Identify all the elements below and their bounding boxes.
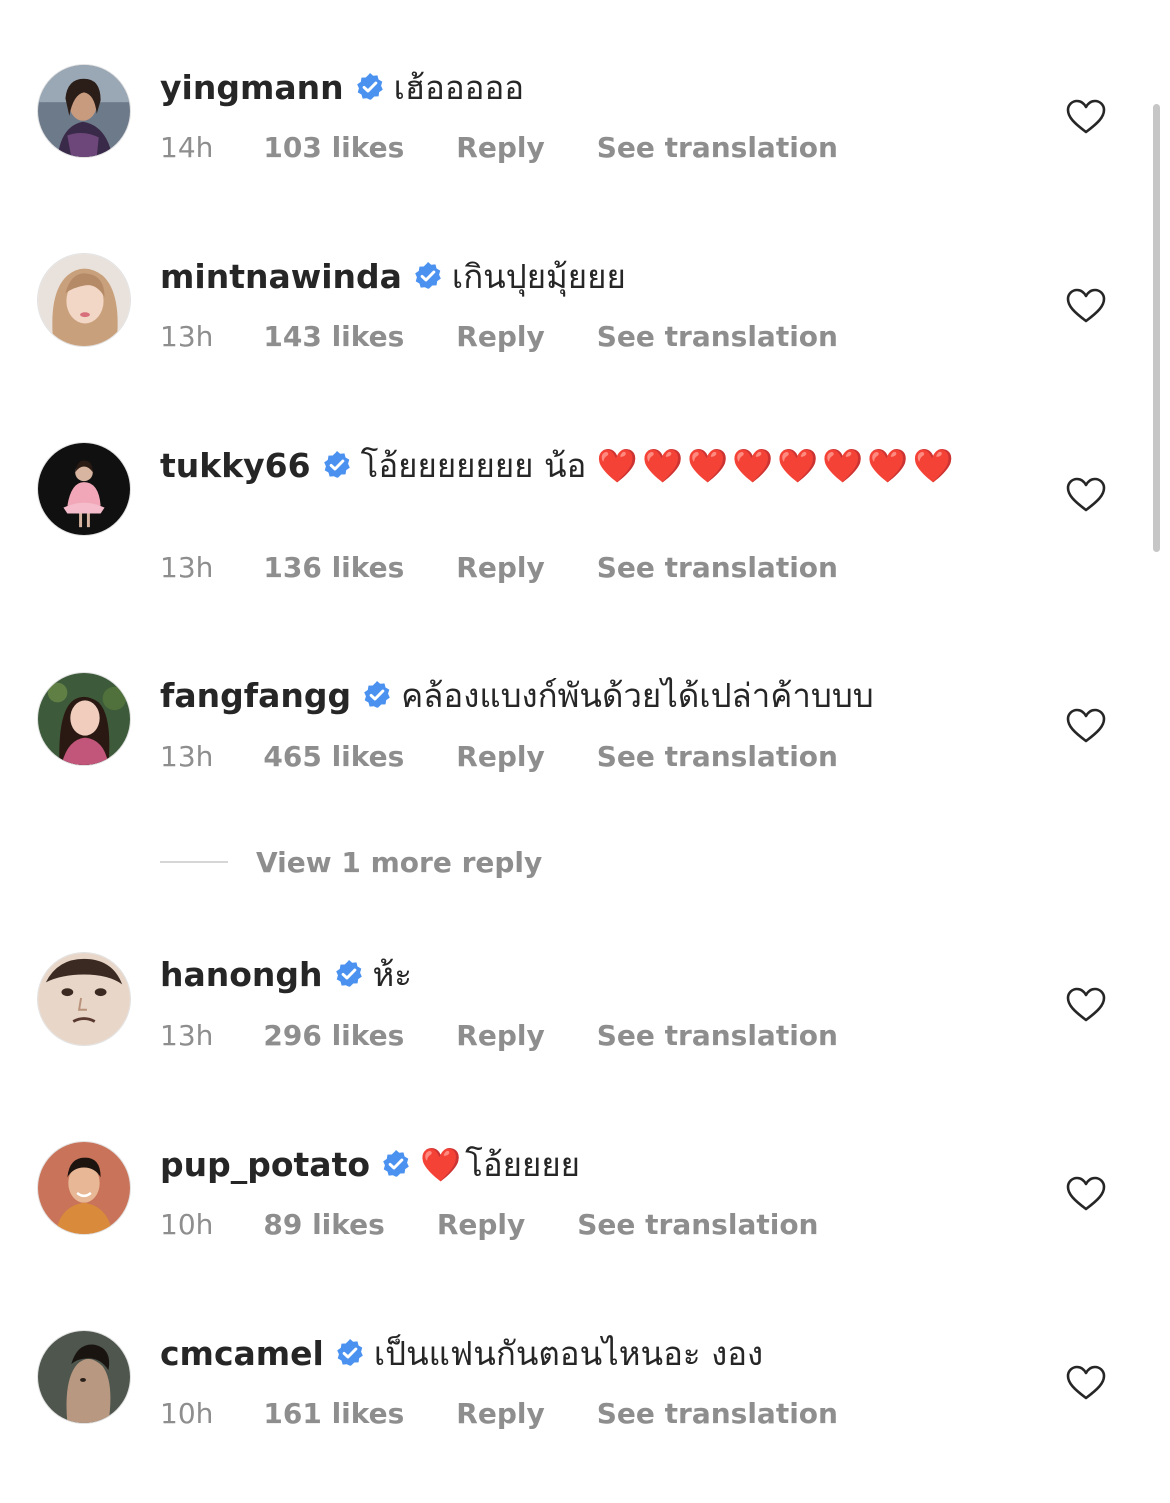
see-translation-button[interactable]: See translation [597,739,838,775]
comment-text-line: tukky66 โอ้ยยยยยยย น้อ ❤️❤️❤️❤️❤️❤️❤️❤️ [160,444,1020,488]
heart-outline-icon[interactable] [1066,477,1106,513]
heart-outline-icon[interactable] [1066,708,1106,744]
view-more-replies-label[interactable]: View 1 more reply [256,846,542,879]
verified-badge-icon [412,260,444,292]
heart-outline-icon[interactable] [1066,987,1106,1023]
comment-meta: 14h 103 likes Reply See translation [160,130,838,166]
see-translation-button[interactable]: See translation [577,1207,818,1243]
like-count[interactable]: 136 likes [263,550,404,586]
comment-text: เกินปุยมุ้ยยย [451,257,626,296]
like-count[interactable]: 89 likes [263,1207,384,1243]
scrollbar[interactable] [1153,104,1160,552]
comment-text: คล้องแบงก์พันด้วยได้เปล่าค้าบบบ [401,676,874,715]
comment-text: ห้ะ [372,955,413,994]
heart-outline-icon[interactable] [1066,1176,1106,1212]
verified-badge-icon [354,71,386,103]
heart-emoji: ❤️❤️❤️❤️❤️❤️❤️❤️ [596,446,958,485]
reply-button[interactable]: Reply [456,550,544,586]
see-translation-button[interactable]: See translation [597,1396,838,1432]
reply-button[interactable]: Reply [456,319,544,355]
username[interactable]: cmcamel [160,1334,324,1373]
comment-time: 14h [160,131,214,164]
verified-badge-icon [334,1337,366,1369]
verified-badge-icon [361,679,393,711]
see-translation-button[interactable]: See translation [597,130,838,166]
username[interactable]: hanongh [160,955,323,994]
reply-button[interactable]: Reply [456,1018,544,1054]
comment-meta: 13h 296 likes Reply See translation [160,1018,838,1054]
comment-time: 13h [160,551,214,584]
comment-text-line: hanongh ห้ะ [160,953,1020,997]
username[interactable]: pup_potato [160,1145,370,1184]
reply-button[interactable]: Reply [456,1396,544,1432]
comment-text: เฮ้อออออ [393,68,525,107]
comment-time: 13h [160,740,214,773]
comment-time: 13h [160,320,214,353]
comment-text: เป็นแฟนกันตอนไหนอะ งอง [373,1334,764,1373]
avatar[interactable] [37,672,131,766]
username[interactable]: yingmann [160,68,344,107]
comment-meta: 10h 161 likes Reply See translation [160,1396,838,1432]
like-count[interactable]: 296 likes [263,1018,404,1054]
comment-text: โอ้ยยยยยยย น้อ [360,446,587,485]
heart-emoji: ❤️ [420,1145,466,1184]
view-more-replies[interactable]: View 1 more reply [160,840,542,884]
username[interactable]: mintnawinda [160,257,402,296]
comment-text-line: fangfangg คล้องแบงก์พันด้วยได้เปล่าค้าบบบ [160,674,1020,718]
avatar[interactable] [37,1330,131,1424]
like-count[interactable]: 103 likes [263,130,404,166]
verified-badge-icon [380,1148,412,1180]
verified-badge-icon [333,958,365,990]
comment-time: 10h [160,1208,214,1241]
avatar[interactable] [37,952,131,1046]
heart-outline-icon[interactable] [1066,288,1106,324]
reply-button[interactable]: Reply [456,130,544,166]
comment-time: 10h [160,1397,214,1430]
comment-meta: 13h 136 likes Reply See translation [160,550,838,586]
heart-outline-icon[interactable] [1066,1365,1106,1401]
username[interactable]: fangfangg [160,676,351,715]
reply-button[interactable]: Reply [456,739,544,775]
avatar[interactable] [37,442,131,536]
heart-outline-icon[interactable] [1066,99,1106,135]
comment-meta: 13h 465 likes Reply See translation [160,739,838,775]
comment-text-line: pup_potato ❤️โอ้ยยยย [160,1143,1020,1187]
see-translation-button[interactable]: See translation [597,550,838,586]
comment-text: โอ้ยยยย [465,1145,581,1184]
like-count[interactable]: 143 likes [263,319,404,355]
verified-badge-icon [321,449,353,481]
avatar[interactable] [37,64,131,158]
avatar[interactable] [37,1141,131,1235]
comment-meta: 13h 143 likes Reply See translation [160,319,838,355]
comment-time: 13h [160,1019,214,1052]
username[interactable]: tukky66 [160,446,311,485]
reply-thread-line [160,861,228,863]
avatar[interactable] [37,253,131,347]
comment-text-line: cmcamel เป็นแฟนกันตอนไหนอะ งอง [160,1332,1020,1376]
comment-meta: 10h 89 likes Reply See translation [160,1207,819,1243]
comment-text-line: mintnawinda เกินปุยมุ้ยยย [160,255,1020,299]
like-count[interactable]: 465 likes [263,739,404,775]
reply-button[interactable]: Reply [437,1207,525,1243]
see-translation-button[interactable]: See translation [597,319,838,355]
see-translation-button[interactable]: See translation [597,1018,838,1054]
like-count[interactable]: 161 likes [263,1396,404,1432]
comment-text-line: yingmann เฮ้อออออ [160,66,1020,110]
